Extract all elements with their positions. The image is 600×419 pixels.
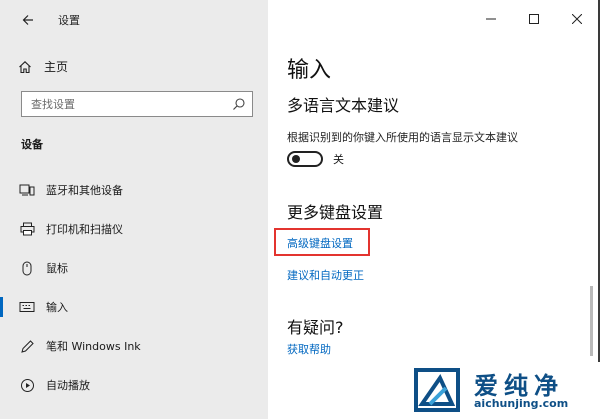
- mouse-icon: [18, 259, 36, 277]
- back-arrow-icon: [22, 15, 33, 25]
- content-pane: 输入 多语言文本建议 根据识别到的你键入所使用的语言显示文本建议 关 更多键盘设…: [268, 0, 598, 419]
- pen-icon: [18, 337, 36, 355]
- minimize-icon: [485, 18, 496, 20]
- back-button[interactable]: [16, 8, 40, 32]
- bluetooth-devices-icon: [18, 181, 36, 199]
- close-button[interactable]: [555, 0, 598, 38]
- toggle-state-label: 关: [333, 153, 344, 166]
- sidebar-item-label: 自动播放: [46, 379, 90, 392]
- multilang-section-title: 多语言文本建议: [287, 96, 400, 115]
- watermark: 爱纯净 aichunjing.com: [404, 362, 600, 419]
- minimize-button[interactable]: [469, 0, 512, 38]
- sidebar-item-mouse[interactable]: 鼠标: [0, 250, 268, 286]
- sidebar-item-typing[interactable]: 输入: [0, 289, 268, 325]
- settings-window: 设置 主页 设备 蓝牙和其他设备: [0, 0, 600, 419]
- sidebar-item-printers[interactable]: 打印机和扫描仪: [0, 211, 268, 247]
- window-controls: [469, 0, 598, 38]
- autoplay-icon: [18, 376, 36, 394]
- sidebar-item-label: 蓝牙和其他设备: [46, 184, 123, 197]
- scrollbar[interactable]: [590, 286, 593, 356]
- home-icon: [19, 60, 31, 73]
- sidebar-item-autoplay[interactable]: 自动播放: [0, 367, 268, 403]
- sidebar-item-home[interactable]: 主页: [18, 58, 68, 75]
- suggestions-autocorrect-link[interactable]: 建议和自动更正: [287, 267, 364, 283]
- search-input[interactable]: [22, 92, 221, 116]
- toggle-knob: [292, 155, 300, 163]
- sidebar-item-label: 输入: [46, 301, 68, 314]
- more-keyboard-section-title: 更多键盘设置: [287, 203, 384, 222]
- close-icon: [571, 14, 582, 24]
- keyboard-icon: [18, 298, 36, 316]
- help-section-title: 有疑问?: [287, 318, 344, 337]
- section-header: 设备: [21, 138, 43, 151]
- sidebar-item-pen[interactable]: 笔和 Windows Ink: [0, 328, 268, 364]
- multilang-description: 根据识别到的你键入所使用的语言显示文本建议: [287, 131, 518, 144]
- maximize-button[interactable]: [512, 0, 555, 38]
- multilang-toggle[interactable]: [287, 151, 323, 167]
- brand-logo-icon: [414, 368, 460, 412]
- watermark-url: aichunjing.com: [474, 397, 569, 410]
- printer-icon: [18, 220, 36, 238]
- search-box[interactable]: [21, 91, 253, 117]
- search-icon[interactable]: [232, 97, 246, 111]
- sidebar-item-label: 笔和 Windows Ink: [46, 340, 141, 353]
- multilang-toggle-row: 关: [287, 151, 344, 167]
- sidebar: 设置 主页 设备 蓝牙和其他设备: [0, 0, 268, 419]
- watermark-brand: 爱纯净: [474, 372, 564, 400]
- sidebar-item-label: 主页: [44, 60, 69, 74]
- sidebar-item-bluetooth[interactable]: 蓝牙和其他设备: [0, 172, 268, 208]
- sidebar-item-label: 打印机和扫描仪: [46, 223, 123, 236]
- get-help-link[interactable]: 获取帮助: [287, 341, 331, 357]
- highlight-annotation: [274, 228, 370, 256]
- maximize-icon: [528, 14, 539, 24]
- sidebar-item-label: 鼠标: [46, 262, 68, 275]
- page-title: 输入: [287, 58, 332, 83]
- window-title: 设置: [58, 14, 80, 27]
